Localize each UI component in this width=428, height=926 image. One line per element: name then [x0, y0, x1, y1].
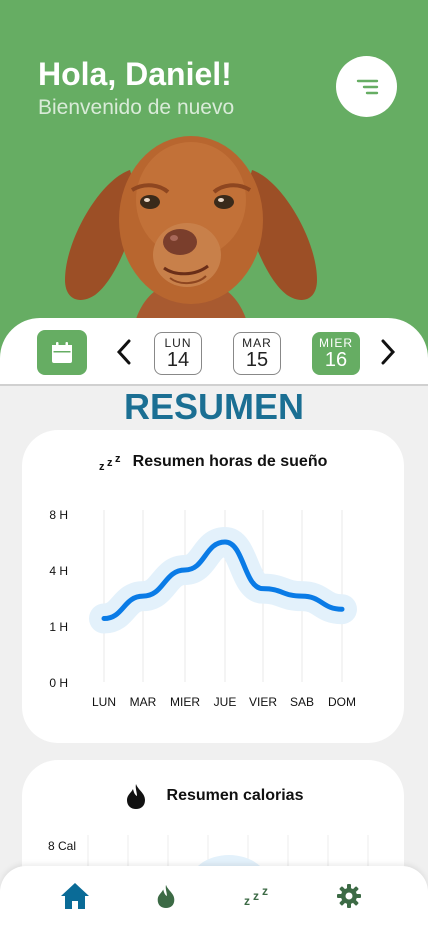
calendar-button[interactable] [37, 330, 87, 375]
sleep-chart: 0 H 1 H 4 H 8 H LUN MAR MIER JUE VIER SAB DOM [49, 508, 357, 709]
menu-button[interactable] [336, 56, 397, 117]
x-tick-label: MAR [130, 695, 157, 709]
y-tick-label: 8 Cal [48, 839, 76, 853]
welcome-subtitle: Bienvenido de nuevo [38, 96, 235, 119]
chevron-left-icon [116, 339, 131, 365]
nav-calories[interactable] [148, 878, 184, 914]
series-glow [89, 526, 357, 634]
calendar-icon [52, 341, 72, 363]
y-tick-label: 0 H [49, 676, 68, 690]
next-day-button[interactable] [378, 338, 398, 366]
x-tick-label: DOM [328, 695, 356, 709]
x-tick-label: SAB [290, 695, 314, 709]
day-name: MAR [242, 336, 272, 350]
x-tick-label: VIER [249, 695, 277, 709]
day-number: 14 [166, 349, 190, 371]
svg-text:z: z [244, 894, 250, 907]
chevron-right-icon [381, 339, 396, 365]
x-tick-label: JUE [214, 695, 237, 709]
svg-text:z: z [253, 889, 259, 903]
day-number: 15 [245, 349, 269, 371]
nav-sleep[interactable]: z z z [240, 878, 276, 914]
y-tick-label: 1 H [49, 620, 68, 634]
zzz-icon: z z z [244, 885, 268, 907]
day-name: LUN [164, 336, 192, 350]
previous-day-button[interactable] [114, 338, 134, 366]
day-button-lun[interactable]: LUN 14 [154, 332, 202, 375]
x-tick-label: LUN [92, 695, 116, 709]
day-name: MIER [319, 336, 353, 350]
day-button-mar[interactable]: MAR 15 [233, 332, 281, 375]
section-title: RESUMEN [123, 386, 305, 427]
x-tick-label: MIER [170, 695, 200, 709]
bottom-navigation: z z z [0, 866, 428, 926]
menu-lines-icon [356, 79, 378, 94]
day-button-mier[interactable]: MIER 16 [312, 332, 360, 375]
nav-home[interactable] [57, 878, 93, 914]
y-tick-label: 4 H [49, 564, 68, 578]
flame-icon [157, 884, 175, 908]
header: Hola, Daniel! Bienvenido de nuevo [0, 0, 428, 360]
sleep-summary-card: z z z Resumen horas de sueño 0 H1 H4 H8 … [22, 430, 404, 743]
nav-settings[interactable] [331, 878, 367, 914]
y-tick-label: 8 H [49, 508, 68, 522]
svg-text:z: z [262, 885, 268, 898]
date-selector: LUN 14 MAR 15 MIER 16 [0, 318, 428, 386]
home-icon [61, 883, 89, 909]
greeting: Hola, Daniel! [38, 56, 232, 92]
gear-icon [337, 884, 361, 908]
day-number: 16 [324, 349, 348, 371]
